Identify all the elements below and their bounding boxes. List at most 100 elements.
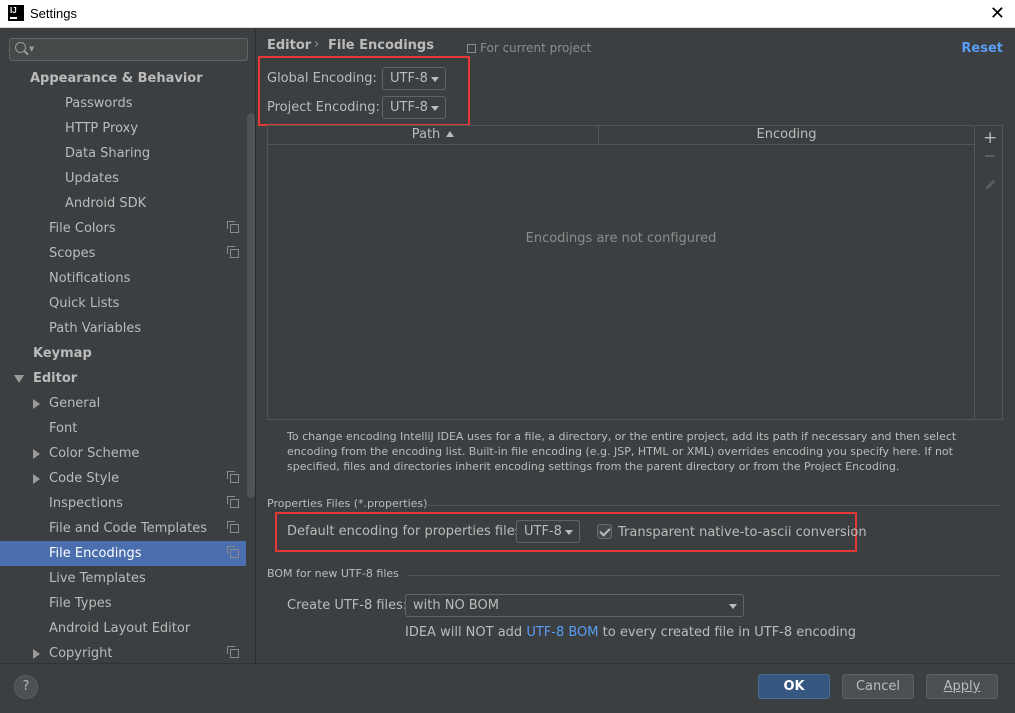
project-scope-icon	[227, 646, 239, 658]
edit-icon[interactable]	[985, 179, 996, 190]
utf8-bom-link[interactable]: UTF-8 BOM	[526, 625, 598, 640]
column-header-path[interactable]: Path	[268, 126, 598, 144]
encodings-table[interactable]: Path Encoding Encodings are not configur…	[267, 125, 975, 420]
column-header-path-label: Path	[411, 127, 441, 142]
global-encoding-value: UTF-8	[390, 71, 428, 86]
sidebar-item[interactable]: Editor	[0, 366, 246, 391]
sidebar-item[interactable]: File and Code Templates	[0, 516, 246, 541]
sidebar-item-label: Quick Lists	[49, 296, 120, 311]
create-utf8-value: with NO BOM	[413, 598, 499, 613]
global-encoding-label: Global Encoding:	[267, 71, 377, 86]
sidebar-item-label: Live Templates	[49, 571, 146, 586]
project-scope-icon	[227, 521, 239, 533]
properties-encoding-label: Default encoding for properties files:	[287, 524, 526, 539]
bom-note-suffix: to every created file in UTF-8 encoding	[602, 625, 856, 640]
remove-icon[interactable]	[985, 155, 995, 157]
sidebar-item[interactable]: Android Layout Editor	[0, 616, 246, 641]
section-divider	[425, 505, 1001, 506]
breadcrumb-separator: ›	[314, 37, 320, 52]
sidebar-item-label: Keymap	[33, 346, 92, 361]
sidebar-item[interactable]: Path Variables	[0, 316, 246, 341]
ok-button[interactable]: OK	[758, 674, 830, 699]
sidebar-item-label: Passwords	[65, 96, 133, 111]
sidebar-item-label: Updates	[65, 171, 119, 186]
dialog-footer: ? OK Cancel Apply	[0, 663, 1015, 713]
help-button[interactable]: ?	[14, 675, 38, 699]
sidebar-item-label: Color Scheme	[49, 446, 140, 461]
search-input[interactable]: ▼	[9, 38, 248, 61]
collapse-arrow-icon[interactable]	[33, 399, 40, 409]
sidebar-item-label: Appearance & Behavior	[30, 71, 203, 86]
sidebar-item[interactable]: Android SDK	[0, 191, 246, 216]
project-scope-icon	[227, 246, 239, 258]
sidebar-item-label: Data Sharing	[65, 146, 151, 161]
table-header: Path Encoding	[268, 126, 974, 145]
native-to-ascii-label[interactable]: Transparent native-to-ascii conversion	[618, 525, 867, 540]
sidebar-item-label: File and Code Templates	[49, 521, 207, 536]
apply-button-label: Apply	[943, 679, 981, 694]
sidebar-scrollbar[interactable]	[247, 113, 255, 498]
sidebar-item[interactable]: Quick Lists	[0, 291, 246, 316]
bom-section-title: BOM for new UTF-8 files	[267, 567, 399, 580]
project-scope-icon	[227, 221, 239, 233]
sidebar-item[interactable]: General	[0, 391, 246, 416]
expand-arrow-icon[interactable]	[14, 375, 24, 383]
column-header-encoding[interactable]: Encoding	[599, 126, 974, 144]
global-encoding-select[interactable]: UTF-8	[382, 67, 446, 90]
sidebar-item[interactable]: Inspections	[0, 491, 246, 516]
sidebar-item[interactable]: Color Scheme	[0, 441, 246, 466]
apply-button[interactable]: Apply	[926, 674, 998, 699]
add-icon[interactable]: +	[983, 130, 997, 147]
sidebar-item[interactable]: Updates	[0, 166, 246, 191]
sidebar-item[interactable]: Appearance & Behavior	[0, 66, 246, 91]
sidebar-item[interactable]: Scopes	[0, 241, 246, 266]
native-to-ascii-checkbox[interactable]	[597, 524, 612, 539]
project-encoding-value: UTF-8	[390, 100, 428, 115]
create-utf8-select[interactable]: with NO BOM	[405, 594, 744, 617]
help-text: To change encoding IntelliJ IDEA uses fo…	[287, 430, 957, 473]
sidebar-item[interactable]: HTTP Proxy	[0, 116, 246, 141]
breadcrumb-parent[interactable]: Editor	[267, 38, 311, 53]
sidebar-item-label: Android SDK	[65, 196, 147, 211]
sidebar-item[interactable]: File Types	[0, 591, 246, 616]
sidebar-item[interactable]: Font	[0, 416, 246, 441]
section-divider	[407, 575, 1001, 576]
bom-note: IDEA will NOT add UTF-8 BOM to every cre…	[405, 625, 856, 640]
bom-note-prefix: IDEA will NOT add	[405, 625, 523, 640]
sidebar-item-label: Scopes	[49, 246, 96, 261]
properties-encoding-select[interactable]: UTF-8	[516, 520, 580, 543]
close-icon[interactable]: ✕	[990, 3, 1005, 24]
sidebar-item[interactable]: Passwords	[0, 91, 246, 116]
sidebar-item-label: HTTP Proxy	[65, 121, 139, 136]
sidebar-item[interactable]: Code Style	[0, 466, 246, 491]
table-empty-message: Encodings are not configured	[525, 231, 717, 246]
reset-link[interactable]: Reset	[961, 41, 1003, 56]
sidebar-item[interactable]: Keymap	[0, 341, 246, 366]
sidebar-item[interactable]: Notifications	[0, 266, 246, 291]
properties-section-title: Properties Files (*.properties)	[267, 497, 428, 510]
collapse-arrow-icon[interactable]	[33, 649, 40, 659]
collapse-arrow-icon[interactable]	[33, 474, 40, 484]
create-utf8-label: Create UTF-8 files:	[287, 598, 408, 613]
sidebar-item-label: Font	[49, 421, 78, 436]
sidebar-item-label: Notifications	[49, 271, 131, 286]
sidebar-item-label: File Encodings	[49, 546, 142, 561]
sidebar-item-label: Inspections	[49, 496, 123, 511]
cancel-button[interactable]: Cancel	[842, 674, 914, 699]
project-scope-icon	[227, 471, 239, 483]
sidebar-item-label: File Types	[49, 596, 112, 611]
collapse-arrow-icon[interactable]	[33, 449, 40, 459]
sidebar-item[interactable]: Live Templates	[0, 566, 246, 591]
sidebar-item-label: Code Style	[49, 471, 120, 486]
sidebar-item[interactable]: File Colors	[0, 216, 246, 241]
project-encoding-select[interactable]: UTF-8	[382, 96, 446, 119]
chevron-down-icon	[729, 604, 737, 609]
project-scope-icon	[227, 496, 239, 508]
chevron-down-icon: ▼	[29, 45, 35, 53]
sidebar-item-label: General	[49, 396, 101, 411]
project-icon	[467, 44, 476, 53]
settings-sidebar: ▼ Appearance & Behavior Passwords HTTP Pro…	[0, 29, 256, 663]
window-title: Settings	[30, 6, 77, 21]
sidebar-item[interactable]: Data Sharing	[0, 141, 246, 166]
sidebar-item[interactable]: File Encodings	[0, 541, 246, 566]
